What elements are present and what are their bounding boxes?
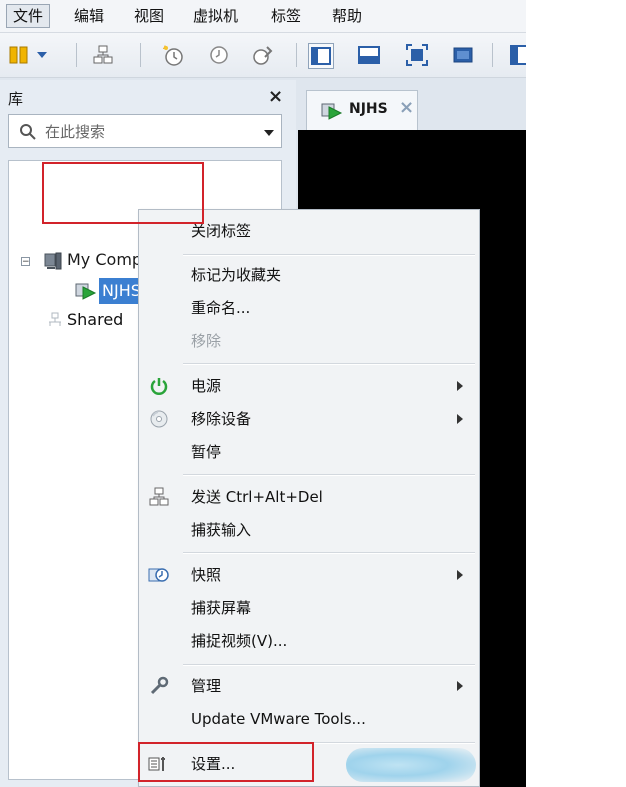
tab-strip: NJHS × bbox=[298, 80, 526, 130]
tree-label-shared: Shared bbox=[67, 310, 124, 329]
toolbar-separator bbox=[76, 43, 77, 67]
menu-item-close-tab[interactable]: 关闭标签 bbox=[191, 216, 251, 246]
full-screen-icon[interactable] bbox=[356, 42, 382, 68]
menu-item-remove: 移除 bbox=[191, 332, 222, 350]
search-icon bbox=[20, 124, 36, 140]
library-title: 库 bbox=[8, 90, 24, 108]
snapshot-icon[interactable] bbox=[160, 42, 186, 68]
menu-item-power[interactable]: 电源 bbox=[191, 371, 221, 401]
shared-vms-icon bbox=[49, 312, 61, 326]
menu-item-capture-video[interactable]: 捕捉视频(V)... bbox=[191, 626, 287, 656]
vm-running-icon bbox=[75, 283, 97, 300]
manage-snapshots-icon[interactable] bbox=[250, 42, 276, 68]
wrench-icon bbox=[147, 674, 171, 698]
power-icon bbox=[147, 374, 171, 398]
menu-file[interactable]: 文件 bbox=[6, 4, 51, 28]
power-dropdown-icon[interactable] bbox=[34, 42, 50, 68]
menu-help[interactable]: 帮助 bbox=[326, 5, 368, 27]
menu-item-snapshot[interactable]: 快照 bbox=[191, 560, 221, 590]
menu-separator bbox=[183, 254, 475, 256]
menu-separator bbox=[183, 363, 475, 365]
menu-item-manage[interactable]: 管理 bbox=[191, 671, 221, 701]
collapse-icon[interactable]: − bbox=[21, 257, 30, 267]
submenu-arrow-icon bbox=[457, 570, 463, 580]
toolbar bbox=[0, 33, 526, 78]
redaction-blob bbox=[346, 748, 476, 782]
menu-edit[interactable]: 编辑 bbox=[68, 5, 110, 27]
menu-item-settings[interactable]: 设置... bbox=[191, 749, 235, 779]
computer-icon bbox=[44, 252, 62, 270]
menu-vm[interactable]: 虚拟机 bbox=[187, 5, 244, 27]
context-menu: 关闭标签 标记为收藏夹 重命名... 移除 电源 移除设备 暂停 发送 Ctrl… bbox=[138, 209, 480, 787]
menu-separator bbox=[183, 474, 475, 476]
toolbar-separator bbox=[296, 43, 297, 67]
submenu-arrow-icon bbox=[457, 681, 463, 691]
menu-item-rename[interactable]: 重命名... bbox=[191, 293, 250, 323]
menu-separator bbox=[183, 552, 475, 554]
cd-icon bbox=[147, 407, 171, 431]
menu-item-grab-input[interactable]: 捕获输入 bbox=[191, 515, 251, 545]
menu-item-pause[interactable]: 暂停 bbox=[191, 437, 221, 467]
menu-item-favorite[interactable]: 标记为收藏夹 bbox=[191, 260, 281, 290]
menu-item-update-tools[interactable]: Update VMware Tools... bbox=[191, 704, 366, 734]
fit-icon[interactable] bbox=[404, 42, 430, 68]
revert-snapshot-icon[interactable] bbox=[206, 42, 232, 68]
menubar: 文件 编辑 视图 虚拟机 标签 帮助 bbox=[0, 0, 526, 33]
normal-view-icon[interactable] bbox=[308, 43, 334, 69]
library-search bbox=[8, 114, 282, 148]
vm-running-icon bbox=[321, 103, 343, 120]
unity-icon[interactable] bbox=[450, 42, 476, 68]
submenu-arrow-icon bbox=[457, 414, 463, 424]
menu-separator bbox=[183, 742, 475, 744]
menu-item-remove-device[interactable]: 移除设备 bbox=[191, 404, 251, 434]
settings-icon bbox=[147, 752, 171, 776]
menu-item-send-cad[interactable]: 发送 Ctrl+Alt+Del bbox=[191, 482, 323, 512]
send-keys-icon bbox=[147, 485, 171, 509]
tab-label: NJHS bbox=[349, 101, 388, 117]
menu-view[interactable]: 视图 bbox=[128, 5, 170, 27]
submenu-arrow-icon bbox=[457, 381, 463, 391]
toolbar-separator bbox=[140, 43, 141, 67]
tab-close-icon[interactable]: × bbox=[399, 97, 414, 118]
console-icon[interactable] bbox=[508, 42, 526, 68]
chevron-down-icon[interactable] bbox=[263, 129, 275, 137]
menu-separator bbox=[183, 664, 475, 666]
send-keys-icon[interactable] bbox=[90, 42, 116, 68]
library-close-icon[interactable]: × bbox=[268, 86, 283, 107]
toolbar-separator bbox=[492, 43, 493, 67]
power-on-icon[interactable] bbox=[6, 42, 32, 68]
menu-item-capture-screen[interactable]: 捕获屏幕 bbox=[191, 593, 251, 623]
menu-tabs[interactable]: 标签 bbox=[265, 5, 307, 27]
tab-njhs[interactable]: NJHS × bbox=[306, 90, 418, 130]
search-input[interactable] bbox=[43, 121, 247, 143]
snapshot-icon bbox=[147, 563, 171, 587]
